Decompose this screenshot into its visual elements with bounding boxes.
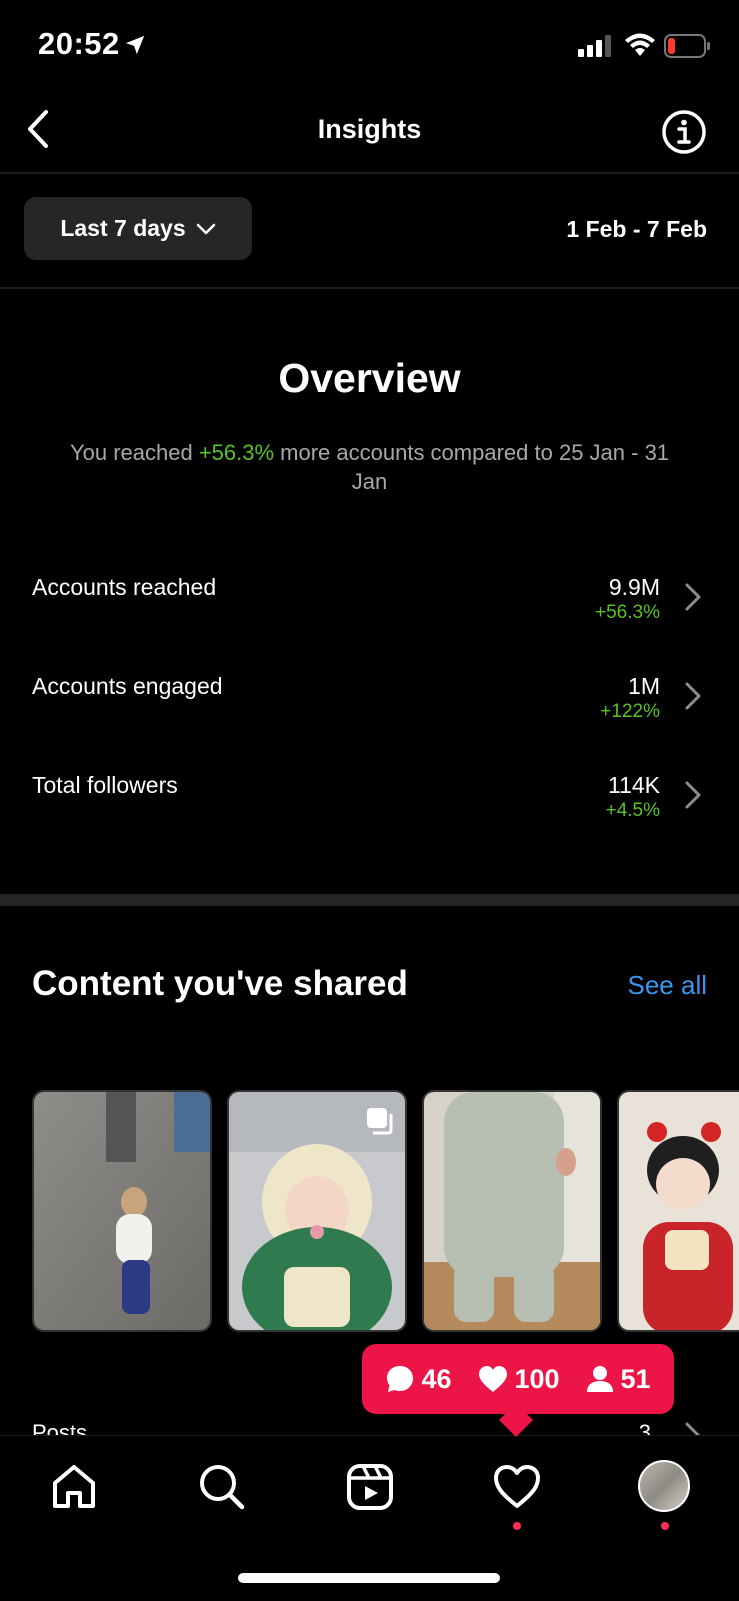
comments-count-item: 46 bbox=[385, 1363, 452, 1395]
post-thumbnail-image bbox=[34, 1092, 210, 1330]
activity-notification-bubble[interactable]: 46 100 51 bbox=[362, 1344, 674, 1414]
activity-notification-dot bbox=[513, 1522, 521, 1530]
date-range-dropdown[interactable]: Last 7 days bbox=[24, 197, 252, 260]
chevron-right-icon bbox=[685, 781, 701, 809]
wifi-icon bbox=[625, 33, 655, 56]
location-arrow-icon bbox=[125, 35, 145, 55]
section-divider bbox=[0, 894, 739, 906]
post-thumbnail[interactable] bbox=[422, 1090, 602, 1332]
date-range-text: 1 Feb - 7 Feb bbox=[566, 216, 707, 242]
header-divider bbox=[0, 172, 739, 174]
overview-subtitle: You reached +56.3% more accounts compare… bbox=[60, 438, 679, 496]
cellular-signal-icon bbox=[578, 35, 611, 57]
metric-row-accounts-engaged[interactable]: Accounts engaged 1M +122% bbox=[0, 673, 739, 753]
home-indicator[interactable] bbox=[238, 1573, 500, 1583]
post-thumbnail[interactable] bbox=[32, 1090, 212, 1332]
heart-icon bbox=[479, 1366, 508, 1392]
see-all-link[interactable]: See all bbox=[628, 970, 708, 1001]
metric-label: Accounts engaged bbox=[32, 673, 223, 699]
post-thumbnail-image bbox=[619, 1092, 739, 1330]
post-thumbnail[interactable] bbox=[617, 1090, 739, 1332]
chevron-right-icon bbox=[685, 682, 701, 710]
reels-icon[interactable] bbox=[345, 1462, 395, 1512]
profile-avatar[interactable] bbox=[638, 1460, 690, 1512]
metric-change: +122% bbox=[600, 701, 660, 722]
carousel-icon bbox=[367, 1108, 393, 1135]
home-icon[interactable] bbox=[49, 1462, 99, 1512]
overview-subtitle-suffix: more accounts compared to 25 Jan - 31 Ja… bbox=[274, 440, 670, 494]
metric-value: 9.9M bbox=[608, 574, 660, 600]
likes-count-item: 100 bbox=[478, 1363, 560, 1395]
followers-count-item: 51 bbox=[586, 1363, 651, 1395]
info-icon[interactable] bbox=[661, 109, 707, 155]
profile-notification-dot bbox=[661, 1522, 669, 1530]
status-time: 20:52 bbox=[38, 26, 120, 61]
battery-low-icon bbox=[664, 34, 710, 58]
person-icon bbox=[587, 1366, 614, 1392]
metric-change: +56.3% bbox=[595, 602, 660, 623]
overview-subtitle-highlight: +56.3% bbox=[198, 440, 275, 465]
metric-value: 1M bbox=[628, 673, 660, 699]
chevron-down-icon bbox=[196, 223, 215, 234]
comments-count: 46 bbox=[421, 1363, 452, 1394]
post-thumbnail-image bbox=[424, 1092, 600, 1330]
overview-title: Overview bbox=[278, 355, 461, 401]
search-icon[interactable] bbox=[197, 1462, 247, 1512]
metric-row-total-followers[interactable]: Total followers 114K +4.5% bbox=[0, 772, 739, 852]
metric-row-accounts-reached[interactable]: Accounts reached 9.9M +56.3% bbox=[0, 574, 739, 654]
followers-count: 51 bbox=[620, 1363, 651, 1394]
comment-icon bbox=[387, 1366, 414, 1392]
date-range-label: Last 7 days bbox=[60, 215, 186, 241]
overview-subtitle-prefix: You reached bbox=[69, 440, 199, 465]
activity-heart-icon[interactable] bbox=[492, 1462, 542, 1512]
metric-label: Total followers bbox=[32, 772, 178, 798]
metric-value: 114K bbox=[607, 772, 660, 798]
post-thumbnail[interactable] bbox=[227, 1090, 407, 1332]
chevron-right-icon bbox=[685, 583, 701, 611]
filter-divider bbox=[0, 287, 739, 289]
likes-count: 100 bbox=[514, 1363, 560, 1394]
metric-change: +4.5% bbox=[605, 800, 660, 821]
metric-label: Accounts reached bbox=[32, 574, 217, 600]
content-section-title: Content you've shared bbox=[32, 964, 408, 1003]
page-title: Insights bbox=[317, 114, 422, 144]
